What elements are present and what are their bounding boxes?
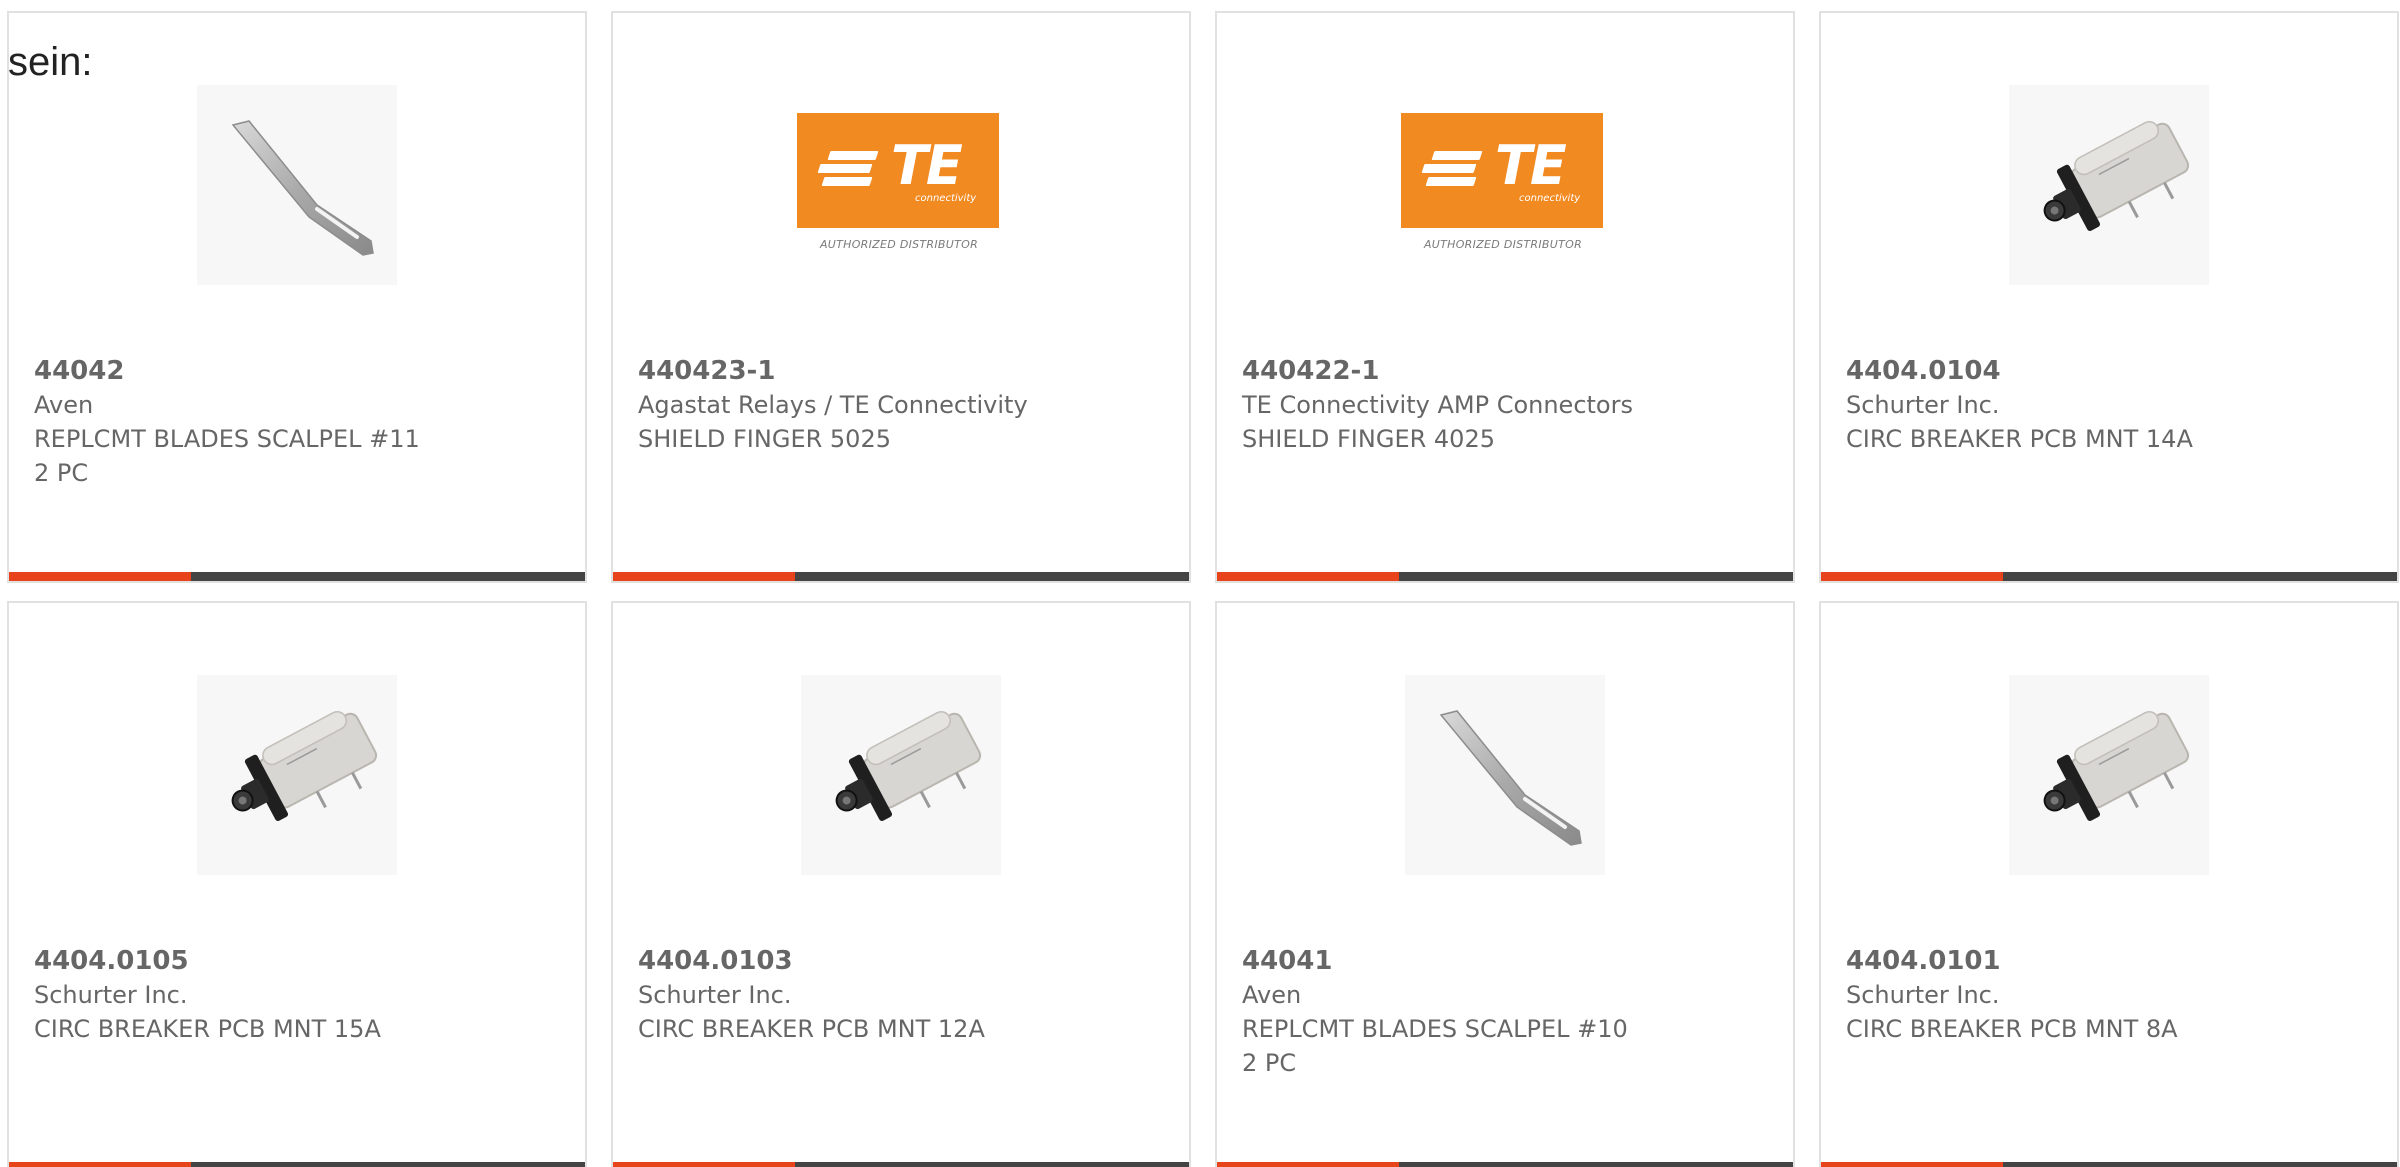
card-accent-bar: [1217, 1162, 1399, 1167]
te-logo-box: TE connectivity: [1401, 113, 1603, 228]
product-manufacturer: Aven: [1242, 981, 1302, 1009]
product-part-number[interactable]: 440423-1: [638, 354, 1177, 388]
product-manufacturer: Aven: [34, 391, 94, 419]
card-bottom-bar: [613, 1162, 1189, 1167]
card-accent-bar: [9, 572, 191, 581]
product-part-number[interactable]: 4404.0104: [1846, 354, 2385, 388]
te-logo-mark: TE: [891, 134, 963, 197]
card-accent-bar: [613, 1162, 795, 1167]
product-description: CIRC BREAKER PCB MNT 14A: [1846, 425, 2193, 453]
product-thumbnail: [197, 675, 397, 875]
product-info: 44042 Aven REPLCMT BLADES SCALPEL #11 2 PC: [34, 354, 573, 490]
card-bottom-bar: [1217, 572, 1793, 581]
product-card[interactable]: 4404.0101 Schurter Inc. CIRC BREAKER PCB M…: [1819, 601, 2399, 1167]
product-description: CIRC BREAKER PCB MNT 8A: [1846, 1015, 2178, 1043]
circuit-breaker-icon: [2043, 121, 2190, 231]
product-manufacturer: Agastat Relays / TE Connectivity: [638, 391, 1028, 419]
te-logo-bars-icon: [817, 151, 887, 187]
product-description: CIRC BREAKER PCB MNT 15A: [34, 1015, 381, 1043]
te-logo-caption: AUTHORIZED DISTRIBUTOR: [819, 238, 979, 251]
product-thumbnail: [197, 85, 397, 285]
product-description: SHIELD FINGER 4025: [1242, 425, 1495, 453]
product-card[interactable]: 4404.0103 Schurter Inc. CIRC BREAKER PCB M…: [611, 601, 1191, 1167]
te-logo-caption: AUTHORIZED DISTRIBUTOR: [1423, 238, 1583, 251]
product-part-number[interactable]: 4404.0101: [1846, 944, 2385, 978]
product-card[interactable]: 44042 Aven REPLCMT BLADES SCALPEL #11 2 PC: [7, 11, 587, 583]
product-part-number[interactable]: 440422-1: [1242, 354, 1781, 388]
te-logo-mark: TE: [1495, 134, 1567, 197]
product-description: CIRC BREAKER PCB MNT 12A: [638, 1015, 985, 1043]
product-info: 4404.0104 Schurter Inc. CIRC BREAKER PCB M…: [1846, 354, 2385, 456]
product-pack-size: 2 PC: [1242, 1049, 1297, 1077]
product-card[interactable]: TE connectivity AUTHORIZED DISTRIBUTOR 4…: [1215, 11, 1795, 583]
te-connectivity-logo: TE connectivity AUTHORIZED DISTRIBUTOR: [1401, 113, 1605, 273]
te-logo-sub: connectivity: [1519, 193, 1581, 204]
circuit-breaker-icon: [2043, 711, 2190, 821]
product-thumbnail: [2009, 85, 2209, 285]
circuit-breaker-icon: [835, 711, 982, 821]
product-manufacturer: TE Connectivity AMP Connectors: [1242, 391, 1633, 419]
product-thumbnail: [2009, 675, 2209, 875]
product-info: 440423-1 Agastat Relays / TE Connectivity…: [638, 354, 1177, 456]
circuit-breaker-icon: [231, 711, 378, 821]
product-card[interactable]: 4404.0104 Schurter Inc. CIRC BREAKER PCB M…: [1819, 11, 2399, 583]
product-description: REPLCMT BLADES SCALPEL #11: [34, 425, 420, 453]
product-info: 4404.0103 Schurter Inc. CIRC BREAKER PCB M…: [638, 944, 1177, 1046]
product-card[interactable]: 44041 Aven REPLCMT BLADES SCALPEL #10 2 PC: [1215, 601, 1795, 1167]
card-bottom-bar: [1821, 572, 2397, 581]
card-bottom-bar: [9, 572, 585, 581]
card-accent-bar: [1821, 1162, 2003, 1167]
card-bottom-bar: [613, 572, 1189, 581]
product-grid-page: sein: 44042 Aven REPLCMT BLADES SCALPEL #1…: [0, 0, 2400, 1167]
te-connectivity-logo: TE connectivity AUTHORIZED DISTRIBUTOR: [797, 113, 1001, 273]
product-card[interactable]: 4404.0105 Schurter Inc. CIRC BREAKER PCB M…: [7, 601, 587, 1167]
product-manufacturer: Schurter Inc.: [1846, 981, 2000, 1009]
product-pack-size: 2 PC: [34, 459, 89, 487]
card-accent-bar: [613, 572, 795, 581]
leading-text: sein:: [8, 40, 93, 84]
product-info: 4404.0105 Schurter Inc. CIRC BREAKER PCB M…: [34, 944, 573, 1046]
card-accent-bar: [1821, 572, 2003, 581]
card-bottom-bar: [9, 1162, 585, 1167]
product-thumbnail: [1405, 675, 1605, 875]
card-bottom-bar: [1821, 1162, 2397, 1167]
te-logo-bars-icon: [1421, 151, 1491, 187]
product-grid: 44042 Aven REPLCMT BLADES SCALPEL #11 2 PC …: [7, 11, 2399, 1167]
scalpel-blade-icon: [1439, 710, 1582, 846]
product-manufacturer: Schurter Inc.: [34, 981, 188, 1009]
product-part-number[interactable]: 4404.0103: [638, 944, 1177, 978]
card-accent-bar: [9, 1162, 191, 1167]
te-logo-sub: connectivity: [915, 193, 977, 204]
product-info: 4404.0101 Schurter Inc. CIRC BREAKER PCB M…: [1846, 944, 2385, 1046]
product-manufacturer: Schurter Inc.: [638, 981, 792, 1009]
card-accent-bar: [1217, 572, 1399, 581]
product-description: REPLCMT BLADES SCALPEL #10: [1242, 1015, 1628, 1043]
card-bottom-bar: [1217, 1162, 1793, 1167]
product-thumbnail: [801, 675, 1001, 875]
product-info: 440422-1 TE Connectivity AMP Connectors SH…: [1242, 354, 1781, 456]
product-card[interactable]: TE connectivity AUTHORIZED DISTRIBUTOR 4…: [611, 11, 1191, 583]
product-part-number[interactable]: 44041: [1242, 944, 1781, 978]
te-logo-box: TE connectivity: [797, 113, 999, 228]
product-manufacturer: Schurter Inc.: [1846, 391, 2000, 419]
scalpel-blade-icon: [231, 120, 374, 256]
product-description: SHIELD FINGER 5025: [638, 425, 891, 453]
product-info: 44041 Aven REPLCMT BLADES SCALPEL #10 2 PC: [1242, 944, 1781, 1080]
product-part-number[interactable]: 4404.0105: [34, 944, 573, 978]
product-part-number[interactable]: 44042: [34, 354, 573, 388]
